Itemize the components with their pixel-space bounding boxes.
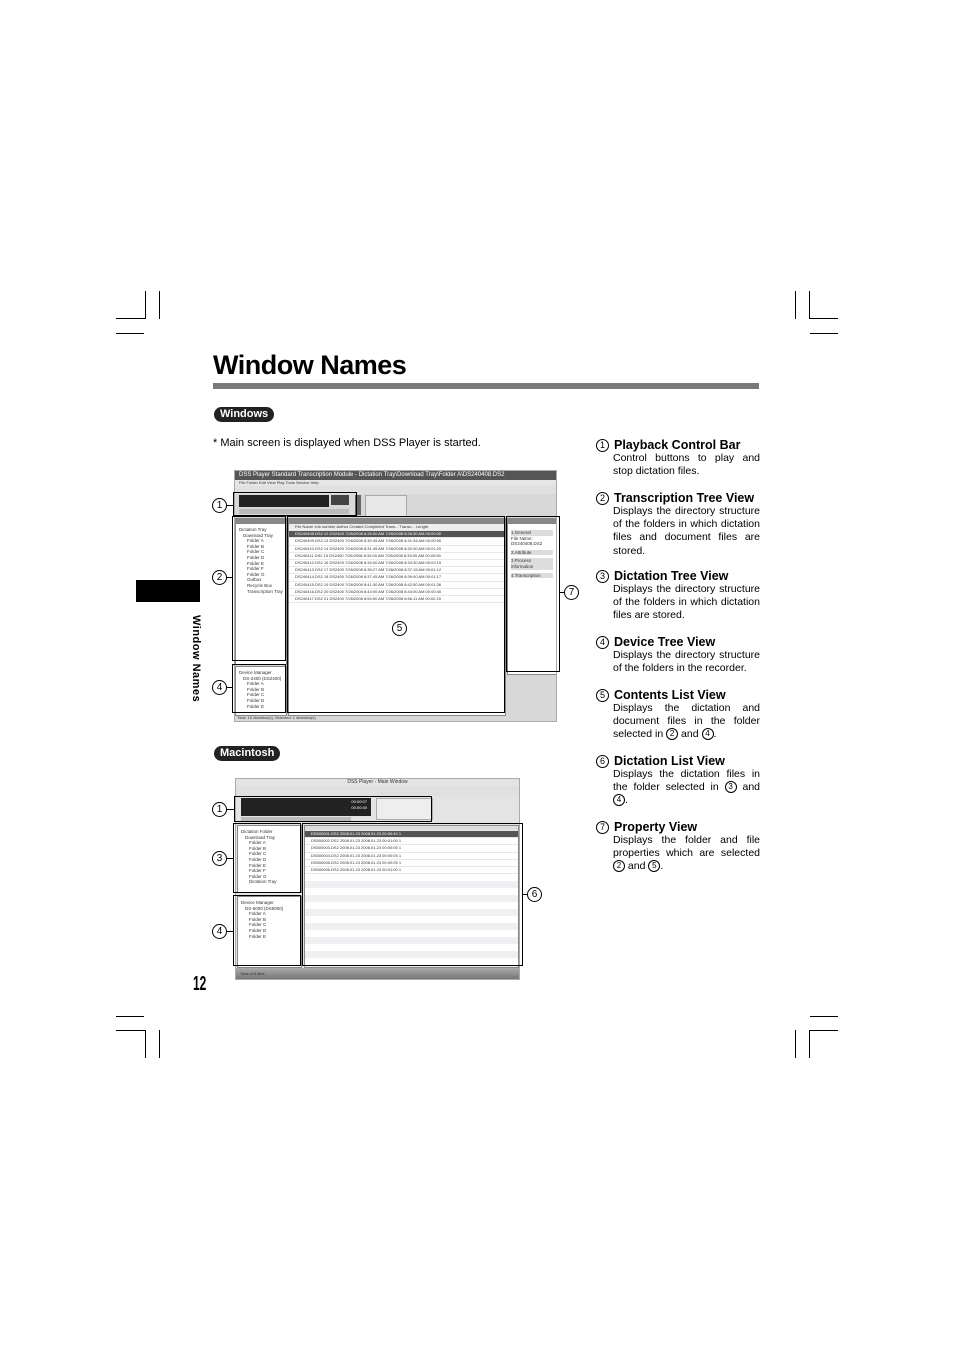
leader-line: [226, 931, 233, 932]
windows-section-badge: Windows: [214, 407, 275, 422]
desc-dictation-list-view: 6 Dictation List View Displays the dictat…: [596, 754, 760, 808]
frame-contents-list: [287, 516, 505, 713]
number-badge: 7: [596, 821, 609, 834]
frame-mac-dictation-list: [302, 823, 523, 966]
mac-status-text: Total of 6 files: [240, 971, 265, 976]
speed-controls: [365, 495, 407, 517]
desc-body: Displays the directory structure of the …: [613, 583, 760, 622]
page-title: Window Names: [213, 350, 407, 380]
frame-mac-device-tree: [233, 895, 301, 966]
number-badge: 4: [596, 636, 609, 649]
callout-mac-1: 1: [212, 802, 227, 817]
frame-mac-dictation-tree: [233, 823, 301, 893]
leader-line: [522, 894, 528, 895]
desc-title: Playback Control Bar: [614, 438, 741, 452]
desc-title: Dictation Tree View: [614, 569, 729, 583]
window-title: DSS Player Standard Transcription Module…: [235, 471, 556, 480]
desc-title: Property View: [614, 820, 698, 834]
desc-title: Device Tree View: [614, 635, 716, 649]
desc-body: Displays the directory structure of the …: [613, 649, 760, 675]
desc-transcription-tree-view: 2 Transcription Tree View Displays the di…: [596, 491, 760, 558]
desc-device-tree-view: 4 Device Tree View Displays the directory…: [596, 635, 760, 675]
callout-1: 1: [212, 498, 227, 513]
desc-body: Control buttons to play and stop dictati…: [613, 452, 760, 478]
leader-line: [226, 505, 234, 506]
callout-2: 2: [212, 570, 227, 585]
leader-line: [226, 577, 233, 578]
callout-mac-4: 4: [212, 924, 227, 939]
callout-3: 3: [212, 851, 227, 866]
callout-6: 6: [527, 887, 542, 902]
side-tab-marker: [136, 580, 200, 602]
mac-toolbar: [236, 786, 519, 796]
leader-line: [226, 809, 234, 810]
leader-line: [559, 592, 565, 593]
frame-property: [506, 516, 560, 672]
frame-transcription-tree: [232, 516, 286, 661]
mac-status-area: Total of 6 files: [236, 968, 519, 979]
frame-playback: [233, 492, 357, 516]
mac-window-title: DSS Player - Main Window: [347, 779, 408, 785]
status-bar: Total: 10 dictation(s), Selected: 1 dict…: [237, 715, 316, 720]
startup-note: * Main screen is displayed when DSS Play…: [213, 437, 481, 449]
number-badge: 6: [596, 755, 609, 768]
frame-device-tree: [232, 664, 286, 713]
page-number: 12: [193, 973, 207, 995]
leader-line: [226, 858, 233, 859]
macintosh-section-badge: Macintosh: [214, 746, 281, 761]
callout-7: 7: [564, 585, 579, 600]
callout-4: 4: [212, 680, 227, 695]
number-badge: 3: [596, 570, 609, 583]
desc-body: Displays the dictation files in the fold…: [613, 768, 761, 807]
desc-title: Transcription Tree View: [614, 491, 755, 505]
number-badge: 2: [596, 492, 609, 505]
desc-title: Contents List View: [614, 688, 726, 702]
number-badge: 1: [596, 439, 609, 452]
number-badge: 5: [596, 689, 609, 702]
desc-title: Dictation List View: [614, 754, 725, 768]
desc-body: Displays the directory structure of the …: [613, 505, 760, 557]
title-rule: [213, 383, 759, 389]
desc-body: Displays the folder and file properties …: [613, 834, 760, 873]
desc-dictation-tree-view: 3 Dictation Tree View Displays the direct…: [596, 569, 760, 623]
leader-line: [226, 687, 233, 688]
callout-5: 5: [392, 621, 407, 636]
frame-mac-playback: [234, 796, 432, 822]
desc-contents-list-view: 5 Contents List View Displays the dictati…: [596, 688, 760, 742]
desc-body: Displays the dictation and document file…: [613, 702, 760, 741]
desc-property-view: 7 Property View Displays the folder and f…: [596, 820, 760, 874]
side-label: Window Names: [190, 615, 202, 703]
desc-playback-control-bar: 1 Playback Control Bar Control buttons to…: [596, 438, 760, 478]
